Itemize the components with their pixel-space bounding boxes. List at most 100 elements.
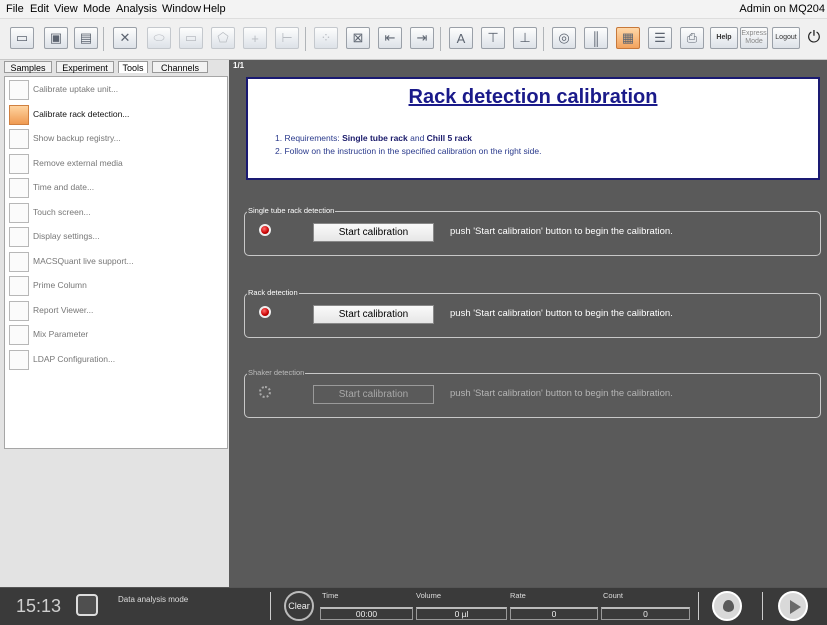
toolbar-separator bbox=[305, 27, 306, 51]
left-panel: Samples Experiment Tools Channels Calibr… bbox=[0, 60, 229, 587]
move-right-icon[interactable]: ⇥ bbox=[410, 27, 434, 49]
toolbar-separator bbox=[440, 27, 441, 51]
menu-view[interactable]: View bbox=[54, 3, 78, 15]
tool-item-icon bbox=[9, 178, 29, 198]
calibration-group: Rack detection Start calibration push 'Sta… bbox=[244, 288, 821, 338]
start-calibration-button[interactable]: Start calibration bbox=[313, 385, 434, 404]
fluid-button[interactable] bbox=[712, 591, 742, 621]
tool-item[interactable]: Time and date... bbox=[7, 177, 222, 200]
tool-item-icon bbox=[9, 129, 29, 149]
start-calibration-button[interactable]: Start calibration bbox=[313, 305, 434, 324]
meter-label: Time bbox=[322, 591, 339, 600]
run-button[interactable] bbox=[778, 591, 808, 621]
ellipse-gate-icon[interactable]: ⬭ bbox=[147, 27, 171, 49]
instruction-text: 2. Follow on the instruction in the spec… bbox=[275, 146, 542, 156]
tab-tools[interactable]: Tools bbox=[118, 61, 148, 73]
drop-icon bbox=[723, 600, 734, 612]
menu-edit[interactable]: Edit bbox=[30, 3, 49, 15]
tool-item-icon bbox=[9, 227, 29, 247]
meter-label: Volume bbox=[416, 591, 442, 600]
requirements-text: 1. Requirements: Single tube rack and Ch… bbox=[275, 133, 472, 143]
quadrant-gate-icon[interactable]: + bbox=[243, 27, 267, 49]
menu-window[interactable]: Window bbox=[162, 3, 201, 15]
tool-item-icon bbox=[9, 80, 29, 100]
tab-experiment[interactable]: Experiment bbox=[56, 61, 114, 73]
tool-item[interactable]: MACSQuant live support... bbox=[7, 251, 222, 274]
text-icon[interactable]: A bbox=[449, 27, 473, 49]
open-folder-icon[interactable]: ▭ bbox=[10, 27, 34, 49]
logout-button[interactable]: Logout bbox=[772, 27, 800, 49]
tool-item-icon bbox=[9, 251, 29, 272]
tube-icon[interactable]: ⊤ bbox=[481, 27, 505, 49]
requirements-prefix: 1. Requirements: bbox=[275, 133, 343, 143]
mode-indicator-icon[interactable] bbox=[76, 594, 98, 616]
tool-item-label: MACSQuant live support... bbox=[33, 255, 134, 266]
tool-item-icon bbox=[9, 349, 29, 370]
menu-file[interactable]: File bbox=[6, 3, 24, 15]
interval-gate-icon[interactable]: ⊢ bbox=[275, 27, 299, 49]
tool-item[interactable]: Display settings... bbox=[7, 226, 222, 249]
meter-value: 0 bbox=[510, 607, 598, 620]
tab-channels[interactable]: Channels bbox=[152, 61, 208, 73]
status-led-icon bbox=[259, 224, 271, 236]
tool-item[interactable]: LDAP Configuration... bbox=[7, 349, 222, 372]
status-bar: 15:13 Data analysis mode Clear Time 00:0… bbox=[0, 587, 827, 625]
save-icon[interactable]: ▣ bbox=[44, 27, 68, 49]
tool-item[interactable]: Calibrate rack detection... bbox=[7, 104, 222, 127]
disc-icon[interactable]: ◎ bbox=[552, 27, 576, 49]
menu-help[interactable]: Help bbox=[203, 3, 226, 15]
printer-report-icon[interactable]: ⎙ bbox=[680, 27, 704, 49]
power-icon[interactable]: ⏻ bbox=[802, 27, 826, 49]
user-label: Admin on MQ204 bbox=[739, 3, 825, 15]
scatter-icon[interactable]: ⁘ bbox=[314, 27, 338, 49]
group-title: Shaker detection bbox=[247, 368, 306, 377]
rectangle-gate-icon[interactable]: ▭ bbox=[179, 27, 203, 49]
print-icon[interactable]: ▤ bbox=[74, 27, 98, 49]
tool-item[interactable]: Mix Parameter bbox=[7, 324, 222, 347]
mode-label: Data analysis mode bbox=[118, 595, 189, 604]
tool-item-label: Touch screen... bbox=[33, 206, 91, 217]
meter-value: 0 bbox=[601, 607, 690, 620]
start-calibration-button[interactable]: Start calibration bbox=[313, 223, 434, 242]
tool-item-icon bbox=[9, 153, 29, 174]
tab-samples[interactable]: Samples bbox=[4, 61, 52, 73]
tool-item-label: Show backup registry... bbox=[33, 133, 121, 143]
barcode-icon[interactable]: ║ bbox=[584, 27, 608, 49]
delete-icon[interactable]: ✕ bbox=[113, 27, 137, 49]
tool-item-label: Display settings... bbox=[33, 231, 100, 241]
tool-item[interactable]: Calibrate uptake unit... bbox=[7, 79, 222, 102]
tool-item[interactable]: Prime Column bbox=[7, 275, 222, 298]
tool-item[interactable]: Remove external media bbox=[7, 153, 222, 176]
toolbar: ▭ ▣ ▤ ✕ ⬭ ▭ ⬠ + ⊢ ⁘ ⊠ ⇤ ⇥ A ⊤ ⊥ ◎ ║ ▦ ☰ … bbox=[0, 19, 827, 60]
clear-button[interactable]: Clear bbox=[284, 591, 314, 621]
help-button[interactable]: Help bbox=[710, 27, 738, 49]
tool-item-icon bbox=[9, 325, 29, 345]
clock: 15:13 bbox=[16, 596, 62, 616]
tool-item[interactable]: Touch screen... bbox=[7, 202, 222, 225]
calibration-message: push 'Start calibration' button to begin… bbox=[450, 308, 673, 319]
rack-icon[interactable]: ▦ bbox=[616, 27, 640, 49]
requirement-item: Single tube rack bbox=[342, 133, 408, 143]
polygon-gate-icon[interactable]: ⬠ bbox=[211, 27, 235, 49]
calibration-message: push 'Start calibration' button to begin… bbox=[450, 388, 673, 399]
menu-mode[interactable]: Mode bbox=[83, 3, 111, 15]
tube-export-icon[interactable]: ⊥ bbox=[513, 27, 537, 49]
tool-item-label: Calibrate rack detection... bbox=[33, 108, 130, 119]
calibration-group: Single tube rack detection Start calibrat… bbox=[244, 206, 821, 256]
remove-plot-icon[interactable]: ⊠ bbox=[346, 27, 370, 49]
tool-item-label: Calibrate uptake unit... bbox=[33, 84, 119, 94]
move-left-icon[interactable]: ⇤ bbox=[378, 27, 402, 49]
toolbar-separator bbox=[543, 27, 544, 51]
menu-analysis[interactable]: Analysis bbox=[116, 3, 157, 15]
tool-item[interactable]: Report Viewer... bbox=[7, 300, 222, 323]
express-mode-button[interactable]: Express Mode bbox=[740, 27, 768, 49]
toolbar-separator bbox=[103, 27, 104, 51]
status-led-icon bbox=[259, 306, 271, 318]
report-icon[interactable]: ☰ bbox=[648, 27, 672, 49]
page-title: Rack detection calibration bbox=[408, 86, 658, 108]
page-number: 1/1 bbox=[233, 61, 245, 70]
requirement-item: Chill 5 rack bbox=[426, 133, 473, 143]
tool-item-label: Remove external media bbox=[33, 157, 123, 168]
meter-label: Rate bbox=[510, 591, 526, 600]
tool-item[interactable]: Show backup registry... bbox=[7, 128, 222, 151]
